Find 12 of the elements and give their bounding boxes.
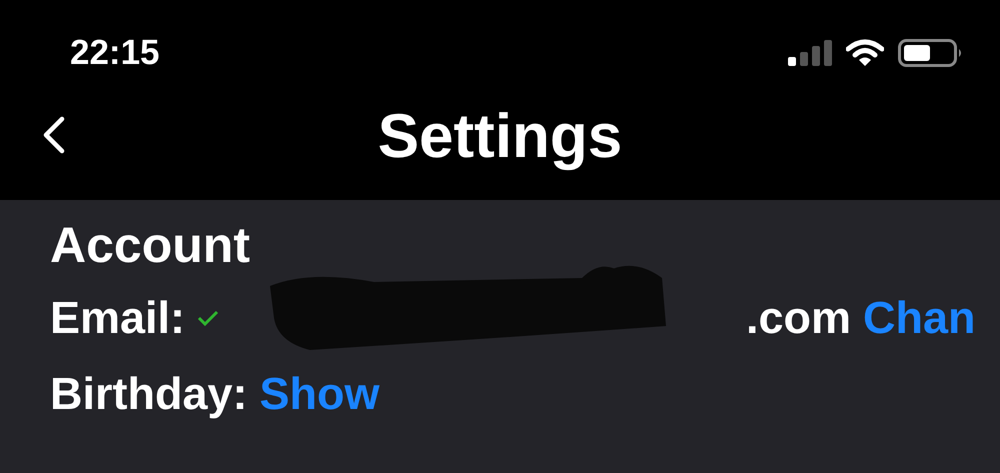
back-button[interactable] <box>42 116 66 156</box>
action-link[interactable]: Show <box>260 360 380 428</box>
page-title: Settings <box>378 100 622 172</box>
wifi-icon <box>846 39 884 67</box>
action-link[interactable]: Chan <box>863 284 976 352</box>
field-label: Email: <box>50 291 186 345</box>
email-value: .com <box>746 291 852 345</box>
field-label: Birthday: <box>50 367 248 421</box>
section-heading: Account <box>50 216 251 274</box>
battery-icon <box>898 39 964 67</box>
signal-icon <box>788 40 832 66</box>
status-time: 22:15 <box>70 33 160 73</box>
